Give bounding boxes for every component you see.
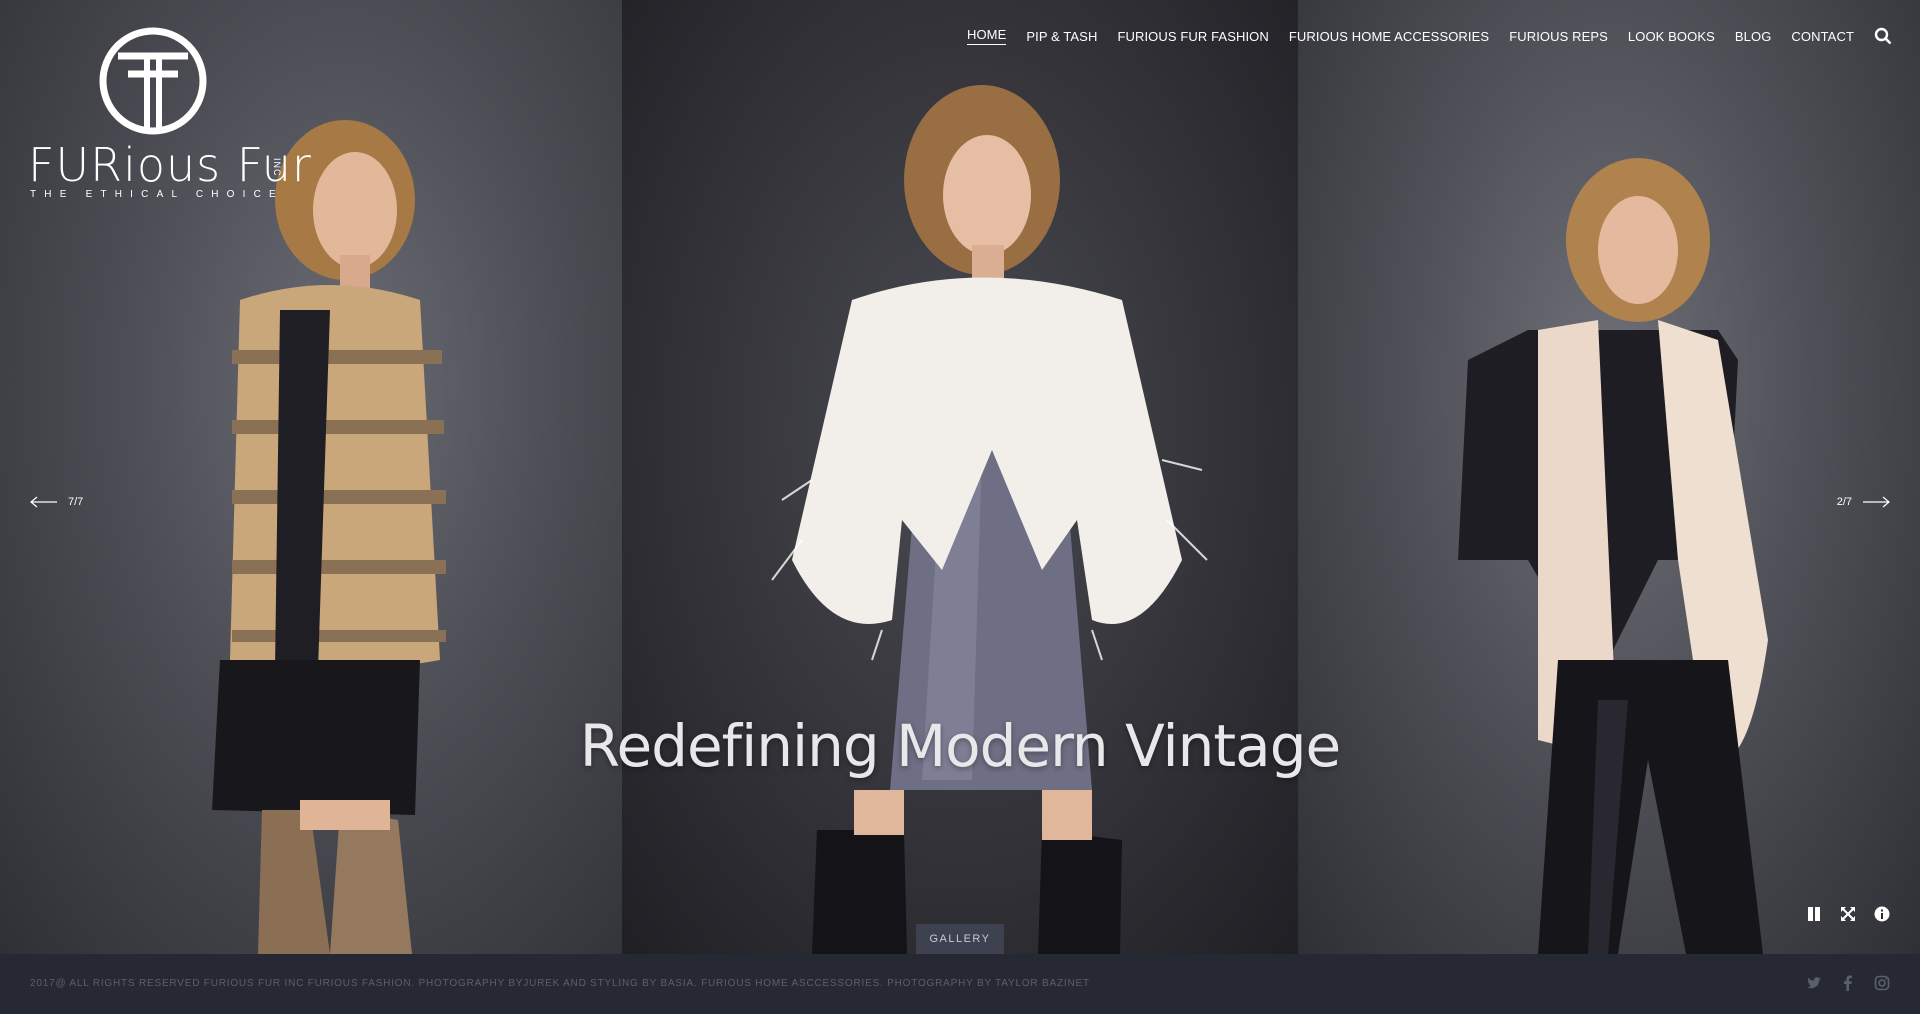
- slide-caption: Redefining Modern Vintage: [579, 712, 1341, 780]
- gallery-button[interactable]: GALLERY: [916, 924, 1004, 954]
- facebook-icon[interactable]: [1840, 975, 1856, 991]
- fullscreen-icon[interactable]: [1840, 906, 1856, 922]
- logo-tagline: THE ETHICAL CHOICE: [30, 189, 284, 200]
- instagram-icon[interactable]: [1874, 975, 1890, 991]
- site-footer: 2017@ ALL RIGHTS RESERVED FURIOUS FUR IN…: [0, 954, 1920, 1014]
- info-icon[interactable]: [1874, 906, 1890, 922]
- nav-item-furious-fur-fashion[interactable]: FURIOUS FUR FASHION: [1117, 29, 1268, 44]
- slide-image-right: [1298, 0, 1920, 954]
- slider-controls: [1806, 906, 1890, 922]
- next-slide-counter: 2/7: [1836, 496, 1852, 508]
- model-photo-center: [771, 85, 1208, 954]
- footer-copyright: 2017@ ALL RIGHTS RESERVED FURIOUS FUR IN…: [30, 978, 1090, 989]
- nav-item-look-books[interactable]: LOOK BOOKS: [1628, 29, 1715, 44]
- arrow-right-icon: [1863, 496, 1890, 508]
- arrow-left-icon: [30, 496, 57, 508]
- nav-item-furious-home-accessories[interactable]: FURIOUS HOME ACCESSORIES: [1289, 29, 1489, 44]
- slide-image-center: [622, 0, 1298, 954]
- model-photo-right: [1458, 158, 1768, 954]
- logo-wordmark: FURious Fur: [28, 138, 312, 192]
- prev-slide-counter: 7/7: [68, 496, 84, 508]
- twitter-icon[interactable]: [1806, 975, 1822, 991]
- nav-item-blog[interactable]: BLOG: [1735, 29, 1772, 44]
- nav-item-home[interactable]: HOME: [966, 27, 1007, 45]
- nav-item-pip-tash[interactable]: PIP & TASH: [1026, 29, 1097, 44]
- prev-slide-button[interactable]: 7/7: [30, 496, 83, 508]
- site-logo[interactable]: FURious Fur INC THE ETHICAL CHOICE: [28, 26, 311, 206]
- search-icon[interactable]: [1874, 27, 1892, 45]
- next-slide-button[interactable]: 2/7: [1837, 496, 1890, 508]
- logo-inc: INC: [272, 158, 282, 177]
- nav-item-furious-reps[interactable]: FURIOUS REPS: [1509, 29, 1608, 44]
- logo-emblem-icon: [99, 27, 207, 135]
- main-nav: HOME PIP & TASH FURIOUS FUR FASHION FURI…: [947, 27, 1892, 45]
- pause-icon[interactable]: [1806, 906, 1822, 922]
- nav-item-contact[interactable]: CONTACT: [1791, 29, 1854, 44]
- social-links: [1806, 975, 1890, 991]
